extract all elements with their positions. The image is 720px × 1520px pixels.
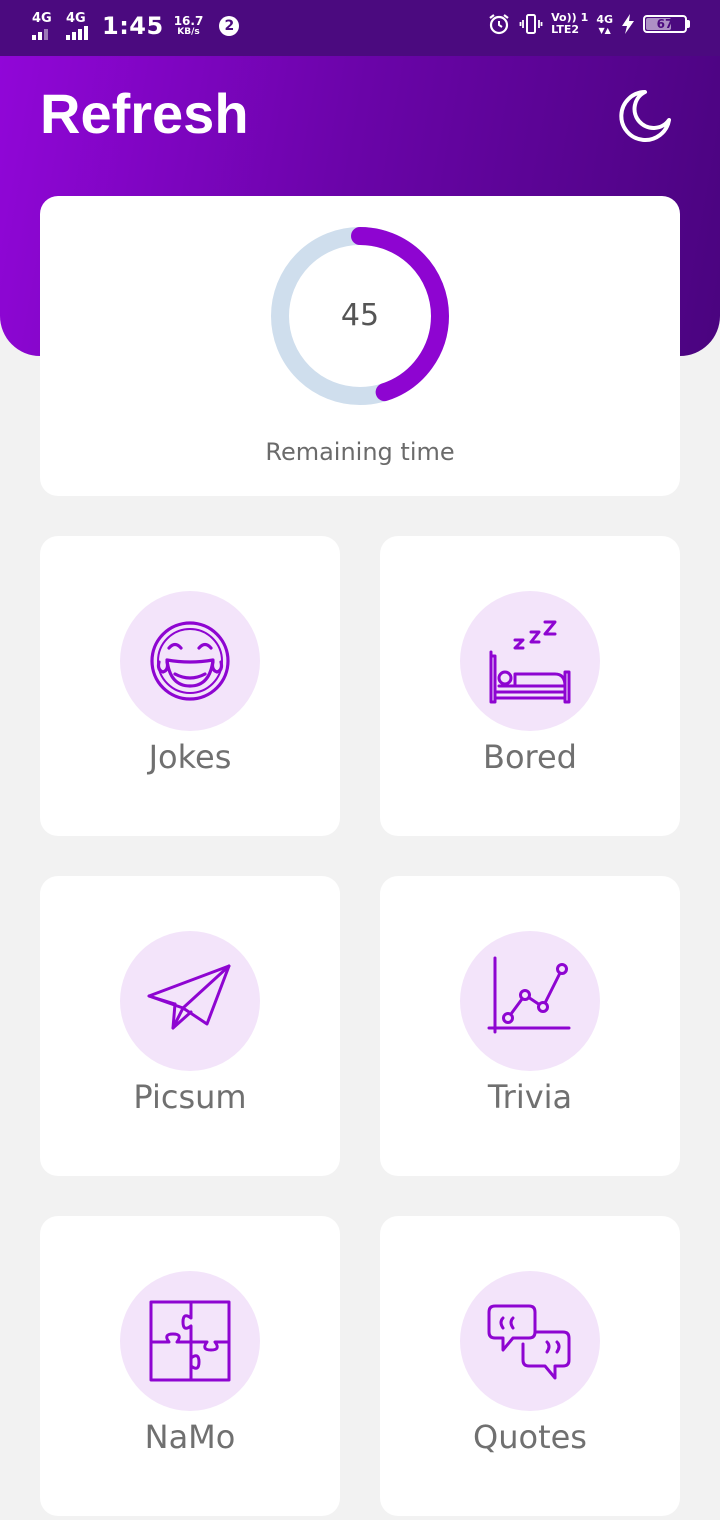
- mobile-data-network: 4G: [596, 12, 613, 26]
- network-speed: 16.7 KB/s: [174, 15, 204, 37]
- tile-quotes[interactable]: Quotes: [380, 1216, 680, 1516]
- tile-icon-circle: [120, 591, 260, 731]
- tile-icon-circle: [460, 931, 600, 1071]
- countdown-label: Remaining time: [265, 438, 455, 466]
- battery-icon: 67: [643, 15, 690, 33]
- volte-sim: 1: [580, 11, 589, 24]
- notification-count-badge: 2: [219, 16, 240, 36]
- tile-label: Picsum: [133, 1078, 247, 1116]
- tile-label: Jokes: [148, 738, 232, 776]
- timer-card: 45 Remaining time: [40, 196, 680, 496]
- charging-bolt-icon: [622, 14, 634, 34]
- volte-indicator: Vo)) 1 LTE2: [551, 12, 588, 36]
- moon-icon: [619, 90, 671, 142]
- tile-label: Trivia: [487, 1078, 573, 1116]
- theme-toggle-button[interactable]: [614, 86, 674, 146]
- countdown-value: 45: [340, 298, 380, 333]
- tile-label: Bored: [483, 738, 577, 776]
- sim2-signal-icon: 4G: [64, 10, 92, 42]
- mobile-data-indicator: 4G ▼▲: [596, 12, 613, 35]
- tile-bored[interactable]: Bored: [380, 536, 680, 836]
- vibrate-icon: [519, 14, 543, 34]
- laughing-face-icon: [150, 621, 230, 701]
- app-title: Refresh: [40, 82, 249, 145]
- puzzle-icon: [149, 1300, 231, 1382]
- alarm-icon: [489, 14, 509, 35]
- network-speed-value: 16.7: [173, 14, 204, 28]
- data-activity-arrows: ▼▲: [598, 25, 611, 35]
- status-bar: 4G 4G 1:45 16.7 KB/s 2 Vo)) 1 LTE2 4G ▼▲…: [0, 0, 720, 56]
- tile-namo[interactable]: NaMo: [40, 1216, 340, 1516]
- sim1-signal-icon: 4G: [30, 10, 58, 42]
- lte-label: LTE2: [551, 23, 579, 36]
- tile-icon-circle: [460, 1271, 600, 1411]
- status-bar-right: Vo)) 1 LTE2 4G ▼▲ 67: [487, 12, 690, 36]
- tile-jokes[interactable]: Jokes: [40, 536, 340, 836]
- tile-icon-circle: [120, 931, 260, 1071]
- clock: 1:45: [102, 12, 164, 40]
- line-graph-icon: [487, 956, 571, 1034]
- paper-plane-icon: [147, 964, 231, 1030]
- tile-picsum[interactable]: Picsum: [40, 876, 340, 1176]
- tile-label: NaMo: [144, 1418, 236, 1456]
- tile-icon-circle: [460, 591, 600, 731]
- sim1-network-type: 4G: [32, 11, 52, 26]
- network-speed-unit: KB/s: [177, 27, 200, 37]
- sim2-network-type: 4G: [66, 11, 86, 26]
- tile-icon-circle: [120, 1271, 260, 1411]
- tile-trivia[interactable]: Trivia: [380, 876, 680, 1176]
- quote-bubbles-icon: [487, 1304, 571, 1380]
- sleeping-bed-icon: [489, 620, 571, 704]
- battery-percent: 67: [656, 17, 674, 31]
- tile-label: Quotes: [473, 1418, 587, 1456]
- status-bar-left: 4G 4G 1:45 16.7 KB/s 2: [30, 10, 240, 42]
